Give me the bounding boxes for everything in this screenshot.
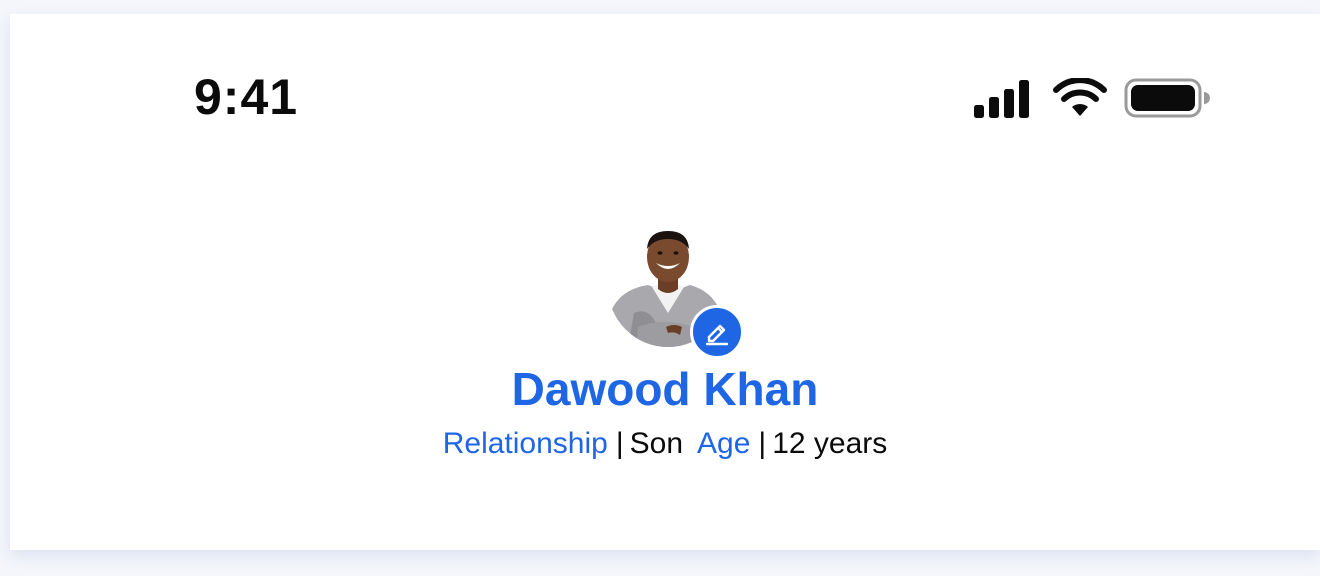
profile-header-screen: 9:41 Dawood Khan Relationship | Son Age … (10, 14, 1320, 550)
wifi-icon (1053, 78, 1107, 116)
pencil-icon (705, 324, 729, 346)
signal-icon (974, 80, 1029, 118)
battery-icon (1124, 78, 1210, 118)
avatar-container (608, 227, 744, 359)
profile-name: Dawood Khan (511, 363, 819, 415)
separator: | (615, 427, 624, 460)
profile-details: Relationship | Son Age | 12 years (10, 426, 1320, 462)
status-icons (972, 78, 1212, 118)
separator: | (758, 427, 767, 460)
age-value: 12 years (772, 427, 888, 460)
age-label: Age (697, 427, 751, 460)
relationship-value: Son (629, 427, 684, 460)
edit-avatar-button[interactable] (690, 305, 744, 359)
status-time: 9:41 (194, 69, 299, 125)
relationship-label: Relationship (442, 427, 608, 460)
